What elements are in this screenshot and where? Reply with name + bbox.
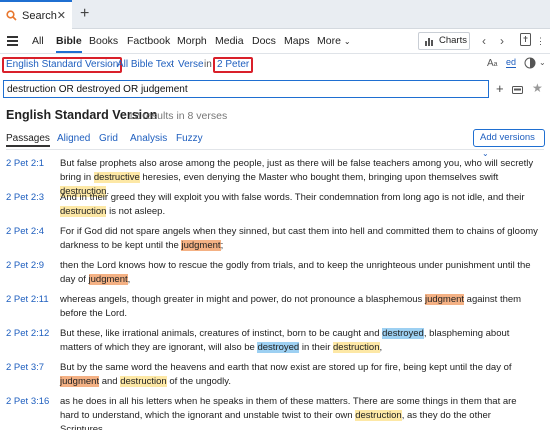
verse-reference-link[interactable]: 2 Pet 3:7: [6, 362, 44, 373]
tab-strip: Search ✕ +: [0, 0, 550, 29]
verse-text-segment: But by the same word the heavens and ear…: [60, 362, 512, 373]
add-versions-button[interactable]: Add versions ⌄: [473, 129, 545, 158]
add-icon[interactable]: +: [496, 81, 504, 96]
nav-more[interactable]: More ⌄: [317, 29, 351, 53]
display-settings-icon[interactable]: [524, 57, 536, 72]
nav-bible[interactable]: Bible: [56, 29, 82, 53]
verse-reference-link[interactable]: 2 Pet 2:4: [6, 226, 44, 237]
nav-maps[interactable]: Maps: [284, 29, 310, 53]
add-versions-label: Add versions: [480, 132, 535, 143]
nav-morph[interactable]: Morph: [177, 29, 207, 53]
search-hit-highlight[interactable]: judgment: [88, 274, 128, 285]
search-hit-highlight[interactable]: destruction: [355, 410, 402, 421]
scope-separator: ·: [110, 59, 114, 70]
tab-search[interactable]: Search ✕: [0, 0, 72, 29]
tab-grid[interactable]: Grid: [99, 133, 118, 144]
search-input[interactable]: [3, 80, 489, 98]
text-selector[interactable]: All Bible Text: [117, 59, 174, 70]
verse-text-segment: whereas angels, though greater in might …: [60, 294, 425, 305]
verse-text-segment: then the Lord knows how to rescue the go…: [60, 260, 531, 285]
verse-text-segment: heresies, even denying the Master who bo…: [139, 172, 499, 183]
new-tab-icon[interactable]: +: [80, 5, 89, 23]
chevron-down-icon[interactable]: ⌄: [539, 58, 546, 67]
verse-text-segment: And in their greed they will exploit you…: [60, 192, 525, 203]
verse-reference-link[interactable]: 2 Pet 3:16: [6, 396, 49, 407]
verse-text: But these, like irrational animals, crea…: [60, 327, 538, 355]
search-hit-highlight[interactable]: judgment: [181, 240, 221, 251]
verse-text: But by the same word the heavens and ear…: [60, 361, 538, 389]
search-hit-highlight[interactable]: destruction: [60, 206, 107, 217]
verse-text: whereas angels, though greater in might …: [60, 293, 538, 321]
charts-label: Charts: [439, 35, 467, 46]
nav-docs[interactable]: Docs: [252, 29, 276, 53]
menu-icon[interactable]: [7, 36, 18, 46]
forward-icon[interactable]: ›: [500, 34, 504, 48]
verse-reference-link[interactable]: 2 Pet 2:1: [6, 158, 44, 169]
bar-chart-icon: [425, 38, 433, 46]
search-hit-highlight[interactable]: destruction: [333, 342, 380, 353]
version-selector[interactable]: English Standard Version: [2, 57, 123, 73]
verse-text-segment: ;: [220, 240, 224, 251]
tab-label: Search: [22, 9, 57, 22]
verse-reference-link[interactable]: 2 Pet 2:11: [6, 294, 49, 305]
verse-reference-link[interactable]: 2 Pet 2:9: [6, 260, 44, 271]
bible-book-icon[interactable]: [520, 33, 531, 49]
tab-analysis[interactable]: Analysis: [130, 133, 167, 144]
verse-text: as he does in all his letters when he sp…: [60, 395, 538, 430]
search-hit-highlight[interactable]: destruction: [120, 376, 167, 387]
divider: [6, 149, 544, 150]
verse-text: For if God did not spare angels when the…: [60, 225, 538, 253]
nav-factbook[interactable]: Factbook: [127, 29, 170, 53]
tab-aligned[interactable]: Aligned: [57, 133, 90, 144]
verse-text-segment: ,: [127, 274, 131, 285]
verse-text-segment: But these, like irrational animals, crea…: [60, 328, 383, 339]
main-toolbar: All Bible Books Factbook Morph Media Doc…: [0, 29, 550, 54]
verse-reference-link[interactable]: 2 Pet 2:3: [6, 192, 44, 203]
more-options-icon[interactable]: ⋮: [536, 36, 545, 47]
tab-passages[interactable]: Passages: [6, 133, 50, 147]
search-hit-highlight[interactable]: judgment: [60, 376, 100, 387]
in-label: in: [204, 59, 212, 70]
charts-button[interactable]: Charts: [418, 32, 470, 50]
verse-text-segment: ,: [379, 342, 383, 353]
verse-reference-link[interactable]: 2 Pet 2:12: [6, 328, 49, 339]
star-icon[interactable]: ★: [532, 81, 543, 95]
verse-text-segment: and: [99, 376, 121, 387]
search-hit-highlight[interactable]: destroyed: [382, 328, 424, 339]
verse-text: And in their greed they will exploit you…: [60, 191, 538, 219]
search-hit-highlight[interactable]: destroyed: [257, 342, 300, 353]
close-tab-icon[interactable]: ✕: [57, 9, 66, 22]
visual-filter-icon[interactable]: ed: [506, 57, 517, 68]
save-search-icon[interactable]: [512, 83, 523, 98]
nav-media[interactable]: Media: [215, 29, 244, 53]
search-hit-highlight[interactable]: judgment: [424, 294, 465, 305]
tab-fuzzy[interactable]: Fuzzy: [176, 133, 203, 144]
verse-text-segment: For if God did not spare angels when the…: [60, 226, 538, 251]
verse-text-segment: is not asleep.: [106, 206, 166, 217]
nav-books[interactable]: Books: [89, 29, 118, 53]
verse-text-segment: of the ungodly.: [166, 376, 231, 387]
nav-more-label: More: [317, 35, 341, 47]
search-scope: English Standard Version · All Bible Tex…: [0, 56, 550, 76]
search-hit-highlight[interactable]: destructive: [93, 172, 140, 183]
font-size-icon[interactable]: Aa: [487, 58, 498, 69]
range-selector[interactable]: 2 Peter: [213, 57, 254, 73]
search-icon: [6, 10, 17, 21]
verse-text-segment: in their: [299, 342, 334, 353]
verse-text: then the Lord knows how to rescue the go…: [60, 259, 538, 287]
chevron-down-icon: ⌄: [343, 37, 351, 46]
nav-all[interactable]: All: [32, 29, 44, 53]
back-icon[interactable]: ‹: [482, 34, 486, 48]
unit-selector[interactable]: Verse: [178, 59, 204, 70]
results-count: 12 results in 8 verses: [128, 110, 228, 122]
scope-separator: ·: [170, 59, 174, 70]
